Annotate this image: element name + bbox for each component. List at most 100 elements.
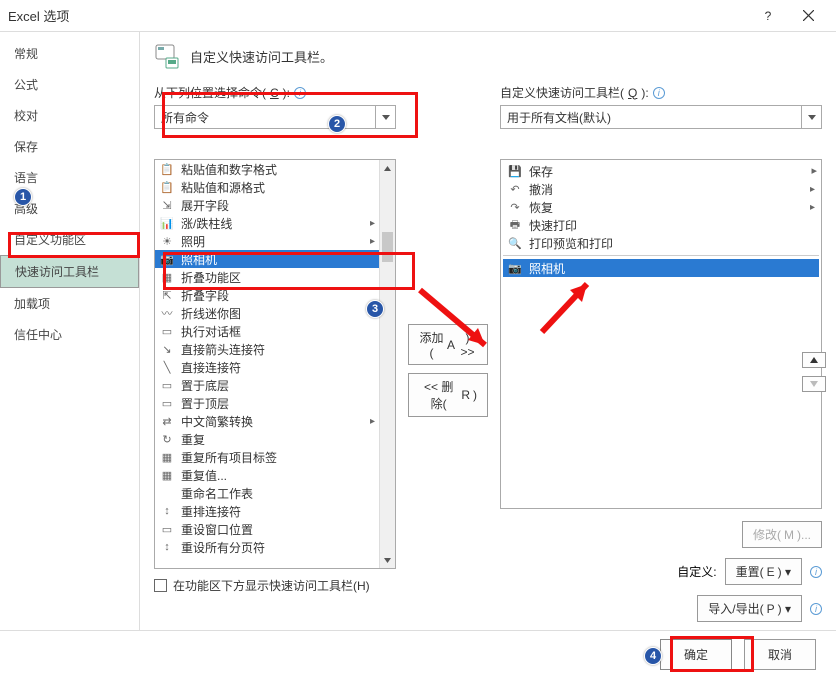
- import-export-button[interactable]: 导入/导出(P) ▾: [697, 595, 802, 622]
- sidebar-item[interactable]: 校对: [0, 100, 139, 131]
- item-icon: ▦: [159, 449, 175, 465]
- item-label: 重复所有项目标签: [181, 449, 277, 466]
- item-label: 重设窗口位置: [181, 521, 253, 538]
- sidebar-item[interactable]: 快速访问工具栏: [0, 255, 139, 288]
- info-icon[interactable]: i: [810, 603, 822, 615]
- list-item[interactable]: 重命名工作表: [155, 484, 379, 502]
- list-item[interactable]: ▭置于底层: [155, 376, 379, 394]
- info-icon[interactable]: i: [653, 87, 665, 99]
- close-button[interactable]: [788, 0, 828, 32]
- list-item[interactable]: ▦折叠功能区: [155, 268, 379, 286]
- list-item[interactable]: ⇲展开字段: [155, 196, 379, 214]
- submenu-indicator: ▸: [370, 218, 375, 229]
- list-item[interactable]: ╲ 直接连接符: [155, 358, 379, 376]
- sidebar-item[interactable]: 保存: [0, 131, 139, 162]
- item-label: 重复: [181, 431, 205, 448]
- item-label: 打印预览和打印: [529, 235, 613, 252]
- scrollbar[interactable]: [379, 160, 395, 568]
- list-item[interactable]: ⇄中文简繁转换▸: [155, 412, 379, 430]
- info-icon[interactable]: i: [294, 87, 306, 99]
- item-label: 置于底层: [181, 377, 229, 394]
- list-item[interactable]: ☀照明▸: [155, 232, 379, 250]
- list-item[interactable]: ↘直接箭头连接符: [155, 340, 379, 358]
- list-item[interactable]: ↷恢复▸: [503, 198, 819, 216]
- submenu-indicator: ▸: [810, 202, 815, 213]
- item-label: 置于顶层: [181, 395, 229, 412]
- sidebar: 常规公式校对保存语言高级自定义功能区快速访问工具栏加载项信任中心: [0, 32, 140, 630]
- item-label: 照明: [181, 233, 205, 250]
- item-icon: 🔍: [507, 235, 523, 251]
- list-item[interactable]: ▭置于顶层: [155, 394, 379, 412]
- cancel-button[interactable]: 取消: [744, 639, 816, 670]
- list-item[interactable]: 📷照相机: [503, 259, 819, 277]
- item-icon: 📷: [159, 251, 175, 267]
- item-icon: ↕: [159, 539, 175, 555]
- item-label: 折叠字段: [181, 287, 229, 304]
- list-item[interactable]: 📊 涨/跌柱线 ▸: [155, 214, 379, 232]
- sidebar-item[interactable]: 加载项: [0, 288, 139, 319]
- list-item[interactable]: ▦ 重复所有项目标签: [155, 448, 379, 466]
- transfer-buttons: 添加(A) >> << 删除(R): [408, 324, 488, 417]
- move-down-button[interactable]: [802, 376, 826, 392]
- item-label: 涨/跌柱线: [181, 215, 232, 232]
- qat-scope-combo[interactable]: 用于所有文档(默认): [500, 105, 822, 129]
- item-label: 执行对话框: [181, 323, 241, 340]
- scroll-thumb[interactable]: [382, 232, 393, 262]
- window-title: Excel 选项: [8, 6, 748, 25]
- info-icon[interactable]: i: [810, 566, 822, 578]
- ok-button[interactable]: 确定: [660, 639, 732, 670]
- list-item[interactable]: ↕重设所有分页符: [155, 538, 379, 556]
- list-item[interactable]: ↕重排连接符: [155, 502, 379, 520]
- move-up-button[interactable]: [802, 352, 826, 368]
- list-item[interactable]: ▭ 执行对话框: [155, 322, 379, 340]
- sidebar-item[interactable]: 公式: [0, 69, 139, 100]
- list-item[interactable]: ⇱ 折叠字段: [155, 286, 379, 304]
- qat-column: 自定义快速访问工具栏(Q): i 用于所有文档(默认) ▸ 💾保存↶撤消▸↷恢复…: [500, 84, 822, 622]
- submenu-indicator: ▸: [810, 184, 815, 195]
- scroll-up-button[interactable]: [380, 160, 395, 176]
- sidebar-item[interactable]: 信任中心: [0, 319, 139, 350]
- remove-button[interactable]: << 删除(R): [408, 373, 488, 417]
- panel-header: 自定义快速访问工具栏。: [154, 42, 822, 70]
- item-icon: ╲: [159, 359, 175, 375]
- item-label: 直接连接符: [181, 359, 241, 376]
- commands-column: 从下列位置选择命令(C): i 所有命令 📋粘贴值和数字格式📋粘贴值和源格式⇲展…: [154, 84, 396, 594]
- show-below-ribbon-checkbox[interactable]: [154, 579, 167, 592]
- list-item[interactable]: 🖶快速打印: [503, 216, 819, 234]
- item-icon: 〰: [159, 305, 175, 321]
- list-item[interactable]: ↶撤消▸: [503, 180, 819, 198]
- list-item[interactable]: ↻重复: [155, 430, 379, 448]
- list-item[interactable]: 📋粘贴值和源格式: [155, 178, 379, 196]
- help-button[interactable]: ?: [748, 0, 788, 32]
- commands-source-combo[interactable]: 所有命令: [154, 105, 396, 129]
- annotation-badge-3: 3: [366, 300, 384, 318]
- item-icon: [159, 485, 175, 501]
- list-item[interactable]: ▭重设窗口位置: [155, 520, 379, 538]
- modify-button[interactable]: 修改(M)...: [742, 521, 822, 548]
- close-icon: [803, 10, 814, 21]
- item-icon: ⇱: [159, 287, 175, 303]
- item-icon: ▦: [159, 269, 175, 285]
- qat-listbox[interactable]: ▸ 💾保存↶撤消▸↷恢复▸🖶快速打印🔍 打印预览和打印 📷照相机: [500, 159, 822, 509]
- item-icon: 📋: [159, 179, 175, 195]
- sidebar-item[interactable]: 常规: [0, 38, 139, 69]
- commands-listbox[interactable]: 📋粘贴值和数字格式📋粘贴值和源格式⇲展开字段📊涨/跌柱线▸☀照明▸📷照相机▦折叠…: [154, 159, 396, 569]
- item-label: 照相机: [529, 260, 565, 277]
- list-item[interactable]: 〰折线迷你图: [155, 304, 379, 322]
- item-icon: ⇄: [159, 413, 175, 429]
- sidebar-item[interactable]: 自定义功能区: [0, 224, 139, 255]
- add-button[interactable]: 添加(A) >>: [408, 324, 488, 365]
- item-icon: ↶: [507, 181, 523, 197]
- item-icon: ↕: [159, 503, 175, 519]
- list-item[interactable]: ▦重复值...: [155, 466, 379, 484]
- item-icon: 📊: [159, 215, 175, 231]
- item-icon: ▭: [159, 323, 175, 339]
- reset-button[interactable]: 重置(E) ▾: [725, 558, 802, 585]
- list-item[interactable]: 💾保存: [503, 162, 819, 180]
- scroll-down-button[interactable]: [380, 552, 395, 568]
- titlebar: Excel 选项 ?: [0, 0, 836, 32]
- list-item[interactable]: 🔍 打印预览和打印: [503, 234, 819, 252]
- list-item[interactable]: 📋粘贴值和数字格式: [155, 160, 379, 178]
- chevron-down-icon: [375, 106, 395, 128]
- list-item[interactable]: 📷照相机: [155, 250, 379, 268]
